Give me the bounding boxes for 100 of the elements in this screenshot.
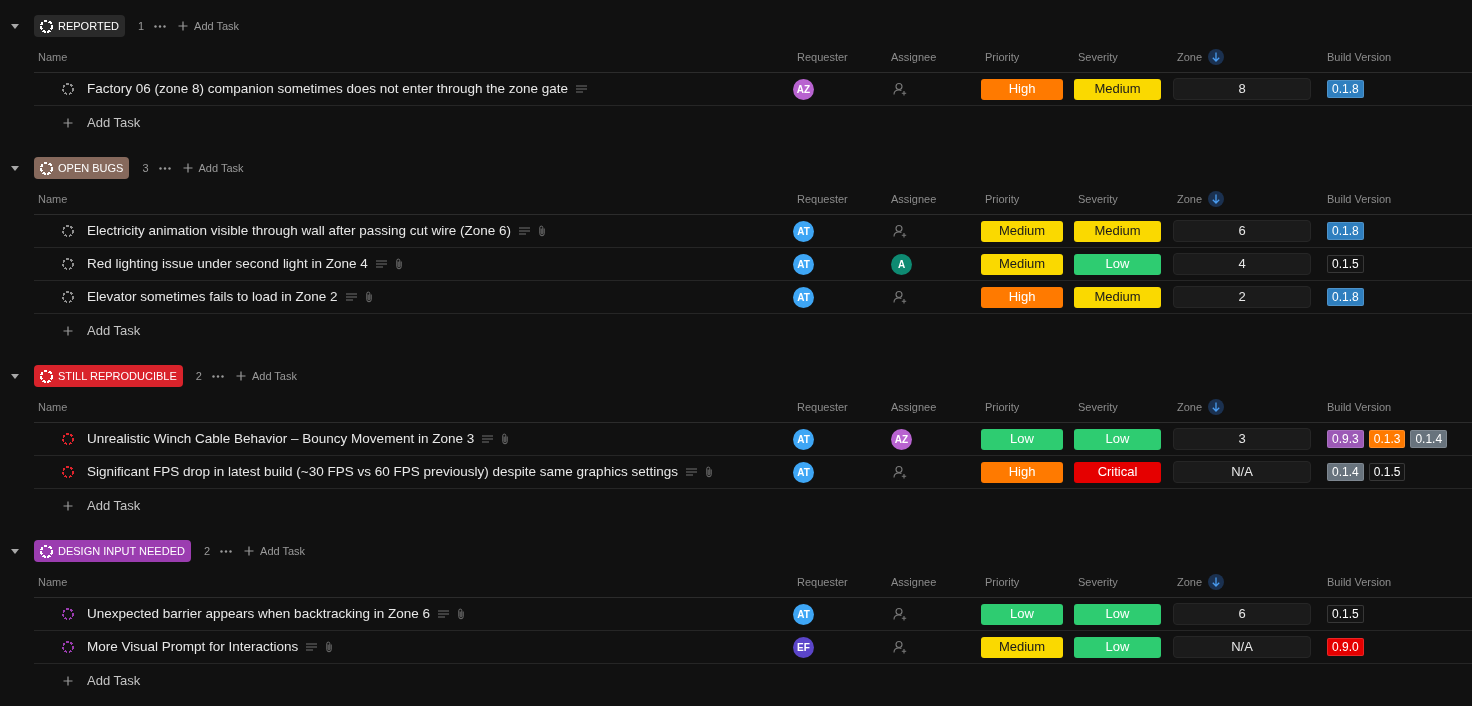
task-name[interactable]: Electricity animation visible through wall after passing cut wire (Zone 6) (87, 220, 511, 242)
column-header[interactable]: Requester (797, 190, 848, 208)
column-header[interactable]: Severity (1078, 398, 1118, 416)
priority-tag[interactable]: Medium (981, 220, 1063, 242)
column-header[interactable]: Requester (797, 398, 848, 416)
status-badge[interactable]: STILL REPRODUCIBLE (34, 365, 183, 387)
column-header[interactable]: Assignee (891, 48, 937, 66)
column-header[interactable]: Priority (985, 573, 1020, 591)
task-name[interactable]: Unrealistic Winch Cable Behavior – Bouncy Movement in Zone 3 (87, 428, 475, 450)
zone-field[interactable]: 6 (1173, 220, 1311, 242)
task-name[interactable]: More Visual Prompt for Interactions (87, 636, 299, 658)
task-name[interactable]: Red lighting issue under second light in Zone 4 (87, 253, 368, 275)
column-header[interactable]: Severity (1078, 48, 1118, 66)
column-header[interactable]: Assignee (891, 398, 937, 416)
status-icon[interactable] (62, 225, 74, 237)
version-tag[interactable]: 0.1.4 (1327, 463, 1364, 481)
sort-descending-icon[interactable] (1208, 574, 1225, 590)
task-name[interactable]: Significant FPS drop in latest build (~30 FPS vs 60 FPS previously) despite same graphics settings (87, 461, 678, 483)
column-header[interactable]: Requester (797, 573, 848, 591)
add-task-button[interactable]: Add Task (34, 314, 141, 348)
add-person-icon[interactable] (893, 465, 907, 479)
add-task-button[interactable]: Add Task (34, 664, 141, 698)
version-tag[interactable]: 0.1.5 (1327, 605, 1364, 623)
status-icon[interactable] (62, 258, 74, 270)
add-task-button[interactable]: Add Task (178, 17, 240, 35)
column-header[interactable]: Zone (1177, 398, 1225, 416)
column-header[interactable]: Priority (985, 190, 1020, 208)
column-header[interactable]: Zone (1177, 573, 1225, 591)
add-person-icon[interactable] (893, 607, 907, 621)
caret-down-icon[interactable] (11, 548, 19, 554)
column-header[interactable]: Build Version (1327, 573, 1392, 591)
column-header[interactable]: Name (38, 48, 68, 66)
version-tag[interactable]: 0.1.4 (1410, 430, 1448, 448)
task-name[interactable]: Unexpected barrier appears when backtracking in Zone 6 (87, 603, 430, 625)
severity-tag[interactable]: Medium (1074, 78, 1161, 100)
task-name[interactable]: Factory 06 (zone 8) companion sometimes does not enter through the zone gate (87, 78, 569, 100)
add-task-button[interactable]: Add Task (244, 542, 306, 560)
add-task-button[interactable]: Add Task (182, 159, 244, 177)
priority-tag[interactable]: Medium (981, 253, 1063, 275)
column-header[interactable]: Severity (1078, 573, 1118, 591)
column-header[interactable]: Priority (985, 48, 1020, 66)
add-task-button[interactable]: Add Task (34, 489, 141, 523)
column-header[interactable]: Build Version (1327, 398, 1392, 416)
severity-tag[interactable]: Medium (1074, 286, 1161, 308)
caret-down-icon[interactable] (11, 23, 19, 29)
more-icon[interactable] (220, 549, 233, 553)
task-name[interactable]: Elevator sometimes fails to load in Zone 2 (87, 286, 338, 308)
plus-icon (182, 163, 193, 173)
add-task-button[interactable]: Add Task (235, 367, 297, 385)
status-badge[interactable]: OPEN BUGS (34, 157, 130, 179)
column-header[interactable]: Severity (1078, 190, 1118, 208)
status-icon[interactable] (62, 466, 74, 478)
column-header[interactable]: Zone (1177, 190, 1225, 208)
version-tag[interactable]: 0.1.8 (1327, 80, 1364, 98)
column-header[interactable]: Priority (985, 398, 1020, 416)
more-icon[interactable] (154, 24, 167, 28)
version-tag[interactable]: 0.9.3 (1327, 430, 1364, 448)
column-header[interactable]: Assignee (891, 190, 937, 208)
caret-down-icon[interactable] (11, 373, 19, 379)
column-header[interactable]: Build Version (1327, 48, 1392, 66)
column-header[interactable]: Name (38, 190, 68, 208)
add-person-icon[interactable] (893, 224, 907, 238)
status-icon[interactable] (62, 433, 74, 445)
zone-field[interactable]: N/A (1173, 461, 1311, 483)
zone-field[interactable]: 3 (1173, 428, 1311, 450)
column-header[interactable]: Name (38, 573, 68, 591)
status-icon[interactable] (62, 641, 74, 653)
severity-tag[interactable]: Critical (1074, 461, 1161, 483)
add-person-icon[interactable] (893, 640, 907, 654)
severity-tag[interactable]: Medium (1074, 220, 1161, 242)
status-icon[interactable] (62, 608, 74, 620)
status-badge[interactable]: DESIGN INPUT NEEDED (34, 540, 191, 562)
zone-field[interactable]: 8 (1173, 78, 1311, 100)
column-header[interactable]: Build Version (1327, 190, 1392, 208)
more-icon[interactable] (211, 374, 224, 378)
add-task-button[interactable]: Add Task (34, 106, 141, 140)
priority-tag[interactable]: Medium (981, 636, 1063, 658)
version-tag[interactable]: 0.1.5 (1368, 463, 1406, 481)
version-tag[interactable]: 0.9.0 (1327, 638, 1364, 656)
version-tag[interactable]: 0.1.8 (1327, 222, 1364, 240)
sort-descending-icon[interactable] (1208, 191, 1225, 207)
sort-descending-icon[interactable] (1208, 399, 1225, 415)
add-person-icon[interactable] (893, 82, 907, 96)
caret-down-icon[interactable] (11, 165, 19, 171)
column-header[interactable]: Name (38, 398, 68, 416)
status-icon[interactable] (62, 83, 74, 95)
version-tag[interactable]: 0.1.5 (1327, 255, 1364, 273)
column-header[interactable]: Assignee (891, 573, 937, 591)
column-header[interactable]: Zone (1177, 48, 1225, 66)
zone-field[interactable]: 2 (1173, 286, 1311, 308)
column-header[interactable]: Requester (797, 48, 848, 66)
more-icon[interactable] (158, 166, 171, 170)
zone-field[interactable]: N/A (1173, 636, 1311, 658)
version-tag[interactable]: 0.1.8 (1327, 288, 1364, 306)
zone-field[interactable]: 6 (1173, 603, 1311, 625)
status-badge[interactable]: REPORTED (34, 15, 125, 37)
status-icon[interactable] (62, 291, 74, 303)
add-person-icon[interactable] (893, 290, 907, 304)
zone-field[interactable]: 4 (1173, 253, 1311, 275)
sort-descending-icon[interactable] (1208, 49, 1225, 65)
